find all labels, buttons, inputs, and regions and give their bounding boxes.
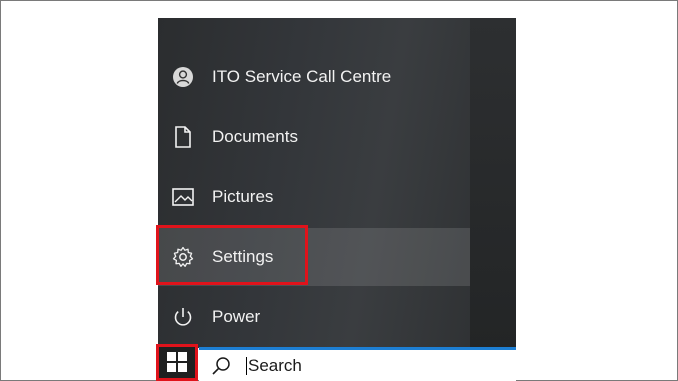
start-menu-item-label: ITO Service Call Centre <box>212 67 392 86</box>
start-menu-item-label: Documents <box>212 127 298 146</box>
start-menu-item-documents[interactable]: Documents <box>158 108 470 166</box>
gear-icon <box>172 246 194 268</box>
search-label: Search <box>248 355 302 375</box>
start-menu-tiles-pane <box>470 18 516 348</box>
start-menu-item-power[interactable]: Power <box>158 288 470 346</box>
pictures-icon <box>172 186 194 208</box>
text-caret <box>246 356 247 375</box>
start-menu: ITO Service Call Centre Documents Pictur… <box>158 18 516 348</box>
taskbar-search-box[interactable]: Search <box>199 350 516 381</box>
user-avatar-icon <box>172 66 194 88</box>
power-icon <box>172 306 194 328</box>
document-icon <box>172 126 194 148</box>
search-icon <box>211 356 231 376</box>
start-menu-item-label: Settings <box>212 247 274 266</box>
windows-logo-icon <box>167 351 187 377</box>
start-button[interactable] <box>158 347 196 381</box>
start-menu-item-label: Pictures <box>212 187 274 206</box>
start-menu-item-settings[interactable]: Settings <box>158 228 470 286</box>
start-menu-item-account[interactable]: ITO Service Call Centre <box>158 48 470 106</box>
start-menu-item-pictures[interactable]: Pictures <box>158 168 470 226</box>
start-menu-item-label: Power <box>212 307 261 326</box>
